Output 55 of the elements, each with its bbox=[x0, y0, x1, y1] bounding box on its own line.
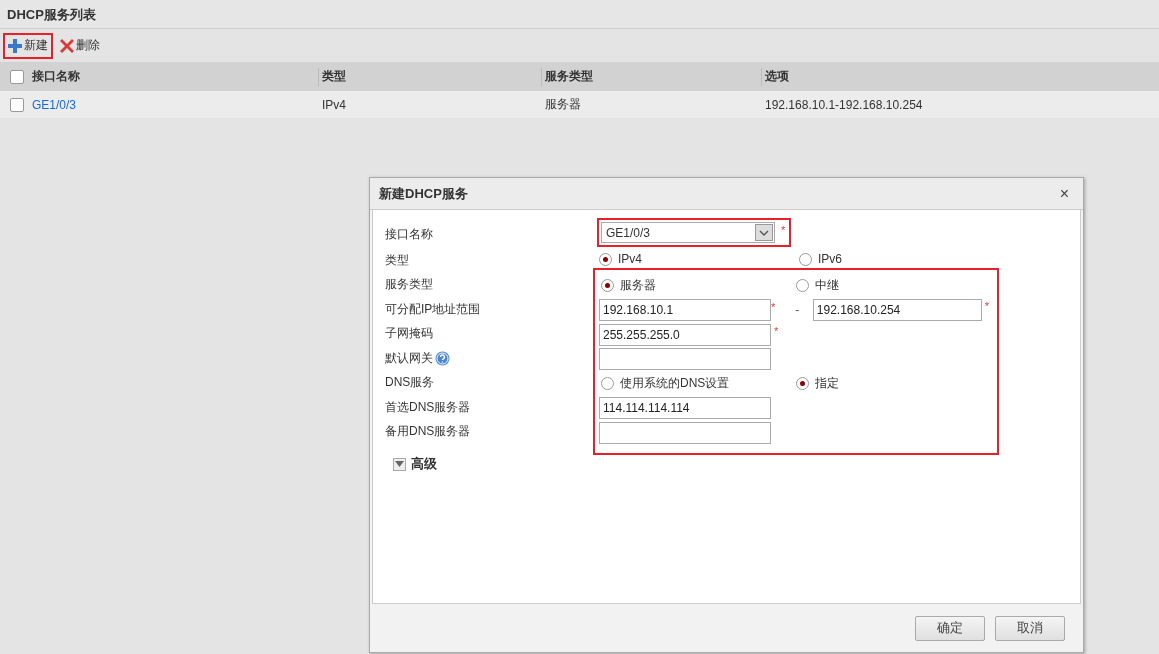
cancel-button[interactable]: 取消 bbox=[995, 615, 1065, 641]
dialog-title: 新建DHCP服务 bbox=[379, 184, 468, 203]
radio-button[interactable] bbox=[799, 252, 812, 266]
range-separator: - bbox=[795, 303, 801, 318]
field-label: DNS服务 bbox=[385, 374, 435, 392]
required-mark: * bbox=[781, 224, 786, 236]
radio-label: IPv6 bbox=[818, 252, 842, 267]
close-button[interactable]: × bbox=[1055, 184, 1073, 203]
column-header: 接口名称 bbox=[32, 68, 80, 85]
row-checkbox[interactable] bbox=[10, 97, 24, 112]
table-cell: IPv4 bbox=[322, 97, 346, 112]
field-label: 默认网关 bbox=[385, 349, 433, 367]
radio-label: IPv4 bbox=[618, 252, 642, 267]
field-label: 服务类型 bbox=[385, 276, 433, 294]
field-label: 可分配IP地址范围 bbox=[385, 300, 481, 318]
interface-select[interactable]: GE1/0/3 bbox=[601, 222, 775, 243]
radio-button[interactable] bbox=[601, 377, 614, 391]
field-label: 备用DNS服务器 bbox=[385, 423, 471, 441]
table-cell: 服务器 bbox=[545, 96, 581, 113]
select-all-checkbox[interactable] bbox=[10, 69, 24, 84]
interface-link[interactable]: GE1/0/3 bbox=[32, 97, 77, 112]
radio-label: 中继 bbox=[815, 277, 839, 295]
field-label: 子网掩码 bbox=[385, 325, 433, 343]
help-icon[interactable] bbox=[435, 350, 450, 366]
input-field[interactable]: 192.168.10.254 bbox=[812, 299, 982, 322]
plus-icon bbox=[8, 38, 22, 53]
cross-icon bbox=[60, 38, 74, 53]
input-field[interactable]: 114.114.114.114 bbox=[599, 397, 771, 420]
field-label: 接口名称 bbox=[385, 226, 433, 243]
column-header: 类型 bbox=[322, 68, 346, 85]
required-mark: * bbox=[771, 301, 776, 314]
required-mark: * bbox=[984, 300, 989, 312]
radio-label: 使用系统的DNS设置 bbox=[620, 375, 730, 393]
table-cell: 192.168.10.1-192.168.10.254 bbox=[765, 97, 923, 112]
confirm-button[interactable]: 确定 bbox=[915, 615, 985, 641]
column-header: 选项 bbox=[765, 68, 789, 85]
dropdown-icon bbox=[755, 224, 773, 241]
input-field[interactable]: 255.255.255.0 bbox=[599, 323, 771, 346]
expand-icon bbox=[393, 457, 406, 471]
field-label: 类型 bbox=[385, 251, 409, 269]
radio-button[interactable] bbox=[796, 377, 809, 391]
input-field[interactable]: 192.168.10.1 bbox=[599, 299, 771, 322]
delete-button[interactable]: 删除 bbox=[55, 32, 105, 59]
radio-button[interactable] bbox=[599, 252, 612, 266]
column-header: 服务类型 bbox=[545, 68, 593, 85]
radio-button[interactable] bbox=[796, 279, 809, 293]
advanced-toggle[interactable]: 高级 bbox=[393, 455, 437, 473]
required-mark: * bbox=[774, 324, 779, 337]
radio-label: 指定 bbox=[815, 375, 839, 393]
input-field[interactable] bbox=[599, 348, 771, 371]
radio-button[interactable] bbox=[601, 279, 614, 293]
new-button[interactable]: 新建 bbox=[3, 32, 53, 59]
input-field[interactable] bbox=[599, 421, 771, 444]
radio-label: 服务器 bbox=[620, 277, 656, 295]
field-label: 首选DNS服务器 bbox=[385, 398, 471, 416]
